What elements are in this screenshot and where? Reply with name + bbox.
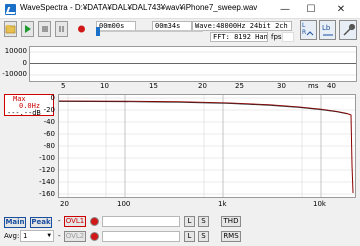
folder-icon [5,25,16,34]
close-button[interactable]: ✕ [328,0,354,19]
wave-x-tick: 25 [235,82,244,90]
wave-x-tick: ms [308,82,319,90]
avg-value: 1 [23,232,28,240]
avg-label: Avg: [4,232,20,240]
spectrum-y-tick: -40 [43,118,55,126]
ovl1-field[interactable] [102,216,180,227]
window-title: WaveSpectra - D:¥DATA¥DAL¥DAL743¥wav¥iPh… [20,3,258,12]
spectrum-x-tick: 10k [313,200,326,208]
spectrum-plot [58,95,355,197]
spectrum-y-tick: -20 [43,106,55,114]
wave-y-tick: -10000 [2,70,27,78]
main-button[interactable]: Main [4,217,26,228]
ovl2-record-icon[interactable] [90,232,99,241]
title-bar: WaveSpectra - D:¥DATA¥DAL¥DAL743¥wav¥iPh… [0,0,360,19]
record-button[interactable] [75,21,88,37]
record-icon [78,25,85,33]
wave-x-tick: 10 [100,82,109,90]
spectrum-y-tick: -100 [39,154,55,162]
spectrum-x-tick: 20 [60,200,69,208]
waveform-plot [30,51,356,76]
pause-button[interactable] [55,21,68,37]
log-scale-icon [323,34,333,36]
wave-y-tick: 0 [22,59,27,67]
ovl1-l-button[interactable]: L [184,216,195,227]
spectrum-y-tick: -160 [39,190,55,198]
log-button[interactable]: Lb [319,20,336,40]
spectrum-x-tick: 100 [117,200,131,208]
spectrum-y-tick: -80 [43,142,55,150]
open-file-button[interactable] [4,21,17,37]
spectrum-y-tick: -140 [39,178,55,186]
pause-icon [59,26,64,32]
app-icon [5,4,16,15]
seek-track[interactable] [97,30,203,32]
spectrum-curve-right [58,101,348,115]
ovl1-dash: - [58,217,61,225]
ovl2-s-button[interactable]: S [198,231,209,242]
ovl2-field[interactable] [102,231,180,242]
ovl2-button[interactable]: OVL2 [64,231,86,242]
wave-x-tick: 5 [61,82,66,90]
ovl2-l-button[interactable]: L [184,231,195,242]
spectrum-y-tick: -120 [39,166,55,174]
ovl1-s-button[interactable]: S [198,216,209,227]
spectrum-panel[interactable] [58,94,356,198]
wave-x-tick: 40 [327,82,336,90]
play-icon [25,25,31,33]
spectrum-x-tick: 1k [218,200,227,208]
peak-button[interactable]: Peak [30,217,52,228]
play-button[interactable] [21,21,34,37]
fft-info-readout: FFT: 8192 Hanning [210,32,268,42]
seek-thumb[interactable] [96,27,100,36]
wave-y-tick: 10000 [4,47,27,55]
fps-readout [282,32,294,42]
wave-x-tick: 15 [149,82,158,90]
ovl2-dash: - [58,232,61,240]
stop-button[interactable] [38,21,51,37]
stop-icon [42,26,48,32]
spectrum-y-tick: 0 [50,94,55,102]
wrench-icon [343,24,355,36]
thd-button[interactable]: THD [221,216,241,227]
ovl1-record-icon[interactable] [90,217,99,226]
avg-select[interactable]: 1 ▼ [20,230,54,242]
spectrum-curve-left [58,100,354,194]
wave-info-readout: Wave:48000Hz 24bit 2ch [192,21,292,31]
minimize-button[interactable]: — [272,0,298,19]
maximize-button[interactable]: ☐ [298,0,324,19]
wave-x-tick: 20 [198,82,207,90]
wavespectra-window: WaveSpectra - D:¥DATA¥DAL¥DAL743¥wav¥iPh… [0,0,360,246]
spectrum-y-tick: -60 [43,130,55,138]
waveform-panel[interactable] [29,46,357,82]
settings-button[interactable] [339,20,357,40]
channel-lr-icon [306,31,314,36]
ovl1-button[interactable]: OVL1 [64,216,86,227]
channel-lr-button[interactable]: L R [300,20,317,40]
rms-button[interactable]: RMS [221,231,241,242]
chevron-down-icon: ▼ [47,232,51,239]
wave-x-tick: 30 [277,82,286,90]
